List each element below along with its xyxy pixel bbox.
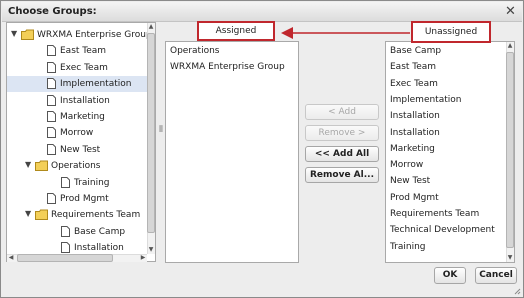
list-item[interactable]: Implementation [390,95,461,105]
tree-item-label: Exec Team [60,62,108,73]
document-icon [47,193,56,204]
document-icon [61,225,70,237]
tree-item[interactable]: Morrow [7,125,147,141]
tree-item[interactable]: ▼ Requirements Team [7,207,147,223]
scrollbar-thumb[interactable] [17,254,113,262]
tree-item-label: Implementation [60,79,132,90]
list-item[interactable]: Operations [170,46,219,56]
tree-item[interactable]: Implementation [7,76,147,93]
scroll-down-icon[interactable]: ▼ [506,254,514,262]
unassigned-vertical-scrollbar[interactable]: ▲ ▼ [506,42,514,262]
tree-item[interactable]: ▼ Operations [7,158,147,174]
unassigned-list[interactable]: Base Camp East Team Exec Team Implementatio… [385,41,515,263]
folder-icon [35,160,48,172]
expand-toggle-icon[interactable]: ▼ [25,210,33,218]
add-button[interactable]: < Add [305,104,379,120]
list-item[interactable]: Requirements Team [390,209,479,219]
scrollbar-thumb[interactable] [506,52,514,248]
tree-item[interactable]: New Test [7,142,147,158]
tree-item[interactable]: ▼ WRXMA Enterprise Group [7,27,152,43]
list-item[interactable]: New Test [390,176,430,186]
tree-item-label: Training [74,177,110,188]
splitter-grip-icon[interactable]: ⦀ [159,125,163,135]
document-icon [47,94,56,106]
assigned-list[interactable]: Operations WRXMA Enterprise Group [165,41,299,263]
tree-item-label: Morrow [60,128,94,139]
list-item[interactable]: Installation [390,111,440,121]
scrollbar-thumb[interactable] [147,33,155,233]
tree-item-label: East Team [60,46,107,57]
assigned-header-callout: Assigned [197,21,275,41]
scroll-left-icon[interactable]: ◀ [7,254,15,262]
list-item[interactable]: East Team [390,62,436,72]
resize-grip-icon[interactable] [513,287,521,295]
tree-item-label: Base Camp [74,226,126,237]
tree-item[interactable]: Installation [7,93,147,109]
expand-toggle-icon[interactable]: ▼ [25,161,33,169]
folder-icon [21,29,34,40]
list-item[interactable]: WRXMA Enterprise Group [170,62,285,72]
document-icon [47,61,56,73]
remove-all-button[interactable]: Remove Al... [305,167,379,183]
list-item[interactable]: Base Camp [390,46,441,56]
cancel-button[interactable]: Cancel [475,267,517,284]
document-icon [47,143,56,155]
move-arrow-icon [281,27,410,39]
scroll-right-icon[interactable]: ▶ [139,254,147,262]
dialog-title: Choose Groups: [8,6,97,17]
scroll-up-icon[interactable]: ▲ [506,42,514,50]
remove-button[interactable]: Remove > [305,125,379,141]
tree-vertical-scrollbar[interactable]: ▲ ▼ [147,23,155,254]
tree-item[interactable]: Marketing [7,109,147,125]
choose-groups-dialog: Choose Groups: ✕ ▼ WRXMA Enterprise Group… [0,0,524,298]
list-item[interactable]: Prod Mgmt [390,193,439,203]
ok-button[interactable]: OK [434,267,466,284]
document-icon [47,45,56,57]
tree-item[interactable]: Exec Team [7,60,147,76]
tree-item-label: Installation [60,95,110,106]
document-icon [47,78,56,90]
scroll-down-icon[interactable]: ▼ [147,246,155,254]
close-icon[interactable]: ✕ [504,5,517,18]
tree-item[interactable]: Training [7,175,147,191]
tree-item-label: WRXMA Enterprise Group [37,30,152,40]
expand-toggle-icon[interactable]: ▼ [11,30,19,38]
list-item[interactable]: Installation [390,128,440,138]
list-item[interactable]: Marketing [390,144,435,154]
tree-item-label: Operations [51,161,101,172]
folder-icon [35,209,48,221]
group-tree[interactable]: ▼ WRXMA Enterprise Group East Team Exec Tea… [6,22,156,262]
list-item[interactable]: Exec Team [390,79,438,89]
add-all-button[interactable]: << Add All [305,146,379,162]
list-item[interactable]: Technical Development [390,225,495,235]
tree-item[interactable]: Prod Mgmt [7,191,147,207]
tree-item-label: Prod Mgmt [60,194,109,204]
tree-item[interactable]: Base Camp [7,224,147,240]
tree-item[interactable]: East Team [7,43,147,59]
document-icon [61,176,70,188]
unassigned-header-callout: Unassigned [411,21,491,43]
tree-item-label: Requirements Team [51,210,141,221]
list-item[interactable]: Morrow [390,160,423,170]
document-icon [47,127,56,139]
document-icon [47,111,56,122]
tree-item-label: Installation [74,243,124,254]
dialog-titlebar: Choose Groups: ✕ [2,2,522,22]
tree-item-label: Marketing [60,112,105,122]
tree-item-label: New Test [60,144,101,155]
list-item[interactable]: Training [390,242,426,252]
scroll-up-icon[interactable]: ▲ [147,23,155,31]
document-icon [61,242,70,254]
tree-horizontal-scrollbar[interactable]: ◀ ▶ [7,254,147,262]
